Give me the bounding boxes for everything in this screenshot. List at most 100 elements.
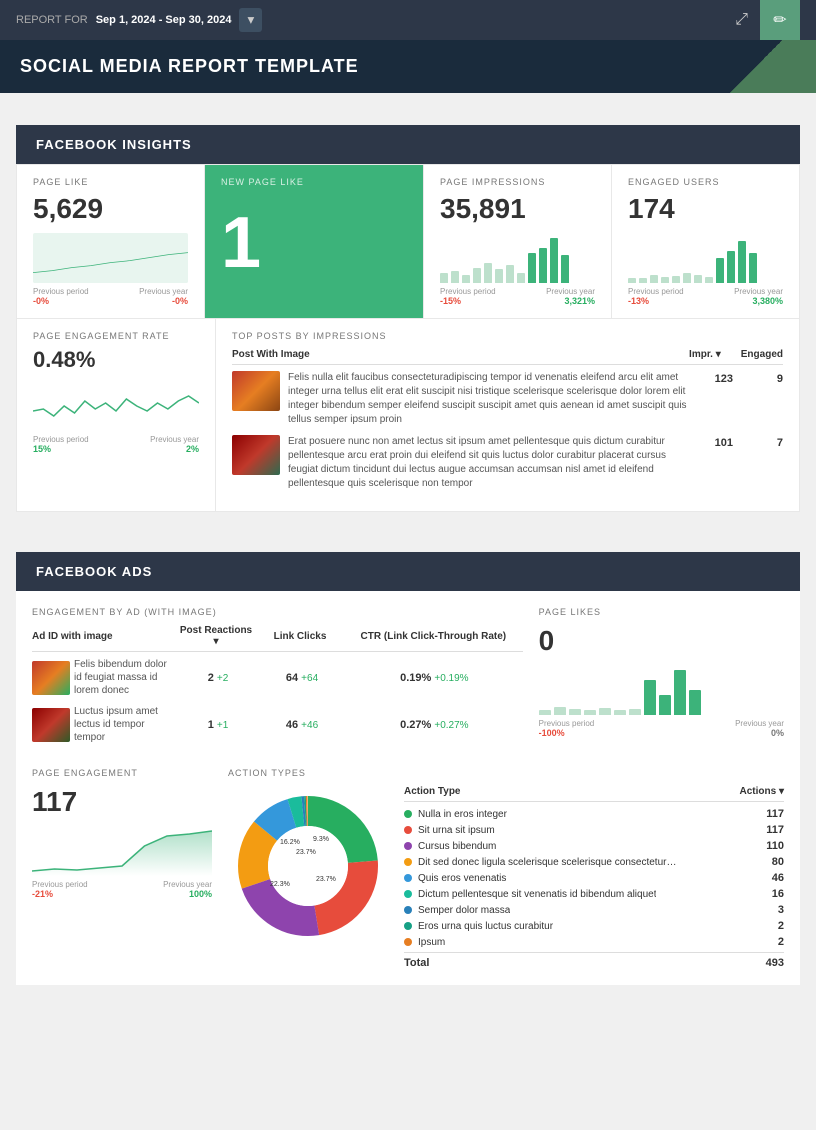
fa-pl-deltas: -100% 0% [539,728,784,738]
per-chart [33,381,199,431]
fa-pe-period-delta: -21% [32,889,53,899]
svg-text:23.7%: 23.7% [296,849,316,856]
fa-ad-row-2: Luctus ipsum amet lectus id tempor tempo… [32,705,523,744]
post-engaged-1: 9 [753,373,783,385]
fa-pe-chart [32,826,212,876]
fa-col-ctr: CTR (Link Click-Through Rate) [344,631,523,642]
page-like-chart-labels: Previous period Previous year [33,287,188,296]
per-value: 0.48% [33,347,199,373]
page-like-period-delta: -0% [33,296,49,306]
fa-action-types-card: ACTION TYPES [228,768,784,969]
eu-year-delta: 3,380% [752,296,783,306]
action-table-header: Action Type Actions ▾ [404,786,784,802]
page-like-chart [33,233,188,283]
fa-pl-chart [539,665,784,715]
action-rows: Nulla in eros integer 117 Sit urna sit i… [404,806,784,950]
fa-ad-row-1: Felis bibendum dolor id feugiat massa id… [32,658,523,697]
action-row-item: Semper dolor massa 3 [404,902,784,918]
top-bar: REPORT FOR Sep 1, 2024 - Sep 30, 2024 ▾ … [0,0,816,40]
per-deltas: 15% 2% [33,444,199,454]
fa-pe-deltas: -21% 100% [32,889,212,899]
fa-col-reactions: Post Reactions ▾ [176,625,256,647]
action-row-item: Dictum pellentesque sit venenatis id bib… [404,886,784,902]
post-impr-1: 123 [703,373,733,385]
action-row-item: Sit urna sit ipsum 117 [404,822,784,838]
at-total-value: 493 [766,957,784,969]
fa-ctr-2: 0.27% +0.27% [346,719,523,731]
engaged-users-chart-labels: Previous period Previous year [628,287,783,296]
engaged-users-card: ENGAGED USERS 174 Previ [611,164,800,319]
fa-pl-label: PAGE LIKES [539,607,784,617]
fa-reactions-1: 2 +2 [178,672,258,684]
fi-metrics-row: PAGE LIKE 5,629 Previous period Previous… [16,164,800,319]
fa-ad-name-1: Felis bibendum dolor id feugiat massa id… [74,658,174,697]
action-types-donut: 23.7% 23.7% 22.3% 16.2% 9.3% [228,786,388,946]
fa-top-row: ENGAGEMENT BY AD (WITH IMAGE) Ad ID with… [16,591,800,768]
page-like-value: 5,629 [33,193,188,225]
fa-pe-year-delta: 100% [189,889,212,899]
fi-bottom-row: PAGE ENGAGEMENT RATE 0.48% Previous peri… [16,319,800,512]
col-post-label: Post With Image [232,349,310,360]
post-text-1: Felis nulla elit faucibus consecteturadi… [288,371,695,427]
page-like-year-delta: -0% [172,296,188,306]
new-page-like-card: NEW PAGE LIKE 1 [204,164,423,319]
page-like-label: PAGE LIKE [33,177,188,187]
action-row-item: Cursus bibendum 110 [404,838,784,854]
engaged-users-deltas: -13% 3,380% [628,296,783,306]
fa-pe-value: 117 [32,786,212,818]
fa-pe-label: PAGE ENGAGEMENT [32,768,212,778]
page-like-card: PAGE LIKE 5,629 Previous period Previous… [16,164,204,319]
title-bar: SOCIAL MEDIA REPORT TEMPLATE [0,40,816,93]
top-posts-header: Post With Image Impr. ▾ Engaged [232,349,783,365]
share-button[interactable]: ⤢ [731,0,752,40]
pi-period-delta: -15% [440,296,461,306]
per-year-delta: 2% [186,444,199,454]
new-page-like-value: 1 [221,207,407,279]
col-engaged-label: Engaged [741,349,783,360]
fa-ad-image-1 [32,661,70,695]
fa-pe-chart-labels: Previous period Previous year [32,880,212,889]
fa-clicks-1: 64 +64 [262,672,342,684]
engaged-users-label: ENGAGED USERS [628,177,783,187]
page-impressions-label: PAGE IMPRESSIONS [440,177,595,187]
action-row-item: Nulla in eros integer 117 [404,806,784,822]
post-row-2: Erat posuere nunc non amet lectus sit ip… [232,435,783,491]
action-types-content: 23.7% 23.7% 22.3% 16.2% 9.3% Action Type… [228,786,784,969]
engaged-users-value: 174 [628,193,783,225]
fa-col-clicks: Link Clicks [260,631,340,642]
post-image-1 [232,371,280,411]
action-total-row: Total 493 [404,952,784,969]
fa-bottom-row: PAGE ENGAGEMENT 117 Previous period Pre [16,768,800,985]
fa-pl-period-delta: -100% [539,728,565,738]
pi-year-delta: 3,321% [564,296,595,306]
fa-page-engagement-card: PAGE ENGAGEMENT 117 Previous period Pre [32,768,212,969]
page-title: SOCIAL MEDIA REPORT TEMPLATE [20,56,359,76]
action-row-item: Eros urna quis luctus curabitur 2 [404,918,784,934]
post-text-2: Erat posuere nunc non amet lectus sit ip… [288,435,695,491]
engaged-users-chart [628,233,783,283]
top-posts-card: TOP POSTS BY IMPRESSIONS Post With Image… [216,319,800,512]
per-period-delta: 15% [33,444,51,454]
page-impressions-chart-labels: Previous period Previous year [440,287,595,296]
post-impr-2: 101 [703,437,733,449]
page-impressions-value: 35,891 [440,193,595,225]
col-impr-label: Impr. ▾ [689,349,721,360]
fa-reactions-2: 1 +1 [178,719,258,731]
action-row-item: Dit sed donec ligula scelerisque sceleri… [404,854,784,870]
fa-page-likes-card: PAGE LIKES 0 Previous period Previous ye… [539,607,784,752]
date-range-dropdown[interactable]: ▾ [239,8,262,32]
fa-clicks-2: 46 +46 [262,719,342,731]
action-row-item: Ipsum 2 [404,934,784,950]
post-metrics-1: 123 9 [703,373,783,385]
action-row-item: Quis eros venenatis 46 [404,870,784,886]
edit-button[interactable]: ✏ [760,0,800,40]
date-range-value: Sep 1, 2024 - Sep 30, 2024 [96,14,232,26]
fa-ctr-1: 0.19% +0.19% [346,672,523,684]
fa-engagement-label: ENGAGEMENT BY AD (WITH IMAGE) [32,607,523,617]
svg-text:9.3%: 9.3% [313,836,329,843]
facebook-insights-header: FACEBOOK INSIGHTS [16,125,800,164]
fa-col-ad: Ad ID with image [32,631,172,642]
fa-engagement-table: ENGAGEMENT BY AD (WITH IMAGE) Ad ID with… [32,607,523,752]
page-impressions-chart [440,233,595,283]
report-for-label: REPORT FOR [16,14,88,26]
